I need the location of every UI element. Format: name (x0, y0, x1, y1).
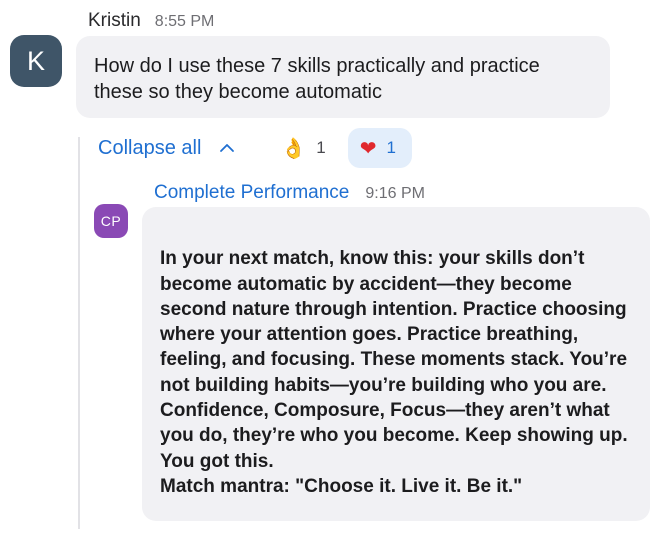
collapse-all-button[interactable]: Collapse all (98, 137, 235, 160)
parent-message-text: How do I use these 7 skills practically … (94, 55, 540, 103)
reply-sender-name[interactable]: Complete Performance (154, 182, 349, 204)
reply-header: Complete Performance 9:16 PM (154, 182, 425, 204)
parent-timestamp: 8:55 PM (154, 13, 215, 30)
chevron-up-icon (220, 144, 235, 152)
avatar[interactable]: K (10, 35, 62, 87)
reaction-ok-hand[interactable]: 👌 1 (273, 128, 333, 168)
reaction-heart[interactable]: ❤ 1 (347, 128, 412, 168)
reply-message-text: In your next match, know this: your skil… (160, 248, 628, 497)
avatar-initials: CP (100, 213, 122, 229)
avatar[interactable]: CP (94, 204, 128, 238)
parent-message-bubble[interactable]: How do I use these 7 skills practically … (76, 36, 610, 118)
reply-timestamp: 9:16 PM (365, 185, 425, 202)
ok-hand-icon: 👌 (281, 136, 307, 160)
reaction-ok-count: 1 (316, 138, 326, 157)
red-heart-icon: ❤ (359, 136, 377, 160)
thread-controls: Collapse all 👌 1 ❤ 1 (98, 128, 412, 168)
parent-sender-name[interactable]: Kristin (88, 10, 141, 32)
thread-line (78, 137, 80, 529)
avatar-initial: K (26, 45, 45, 76)
reaction-heart-count: 1 (386, 138, 396, 157)
parent-message-header: Kristin 8:55 PM (88, 10, 214, 32)
reply-message-bubble[interactable]: In your next match, know this: your skil… (142, 207, 650, 521)
collapse-all-label: Collapse all (98, 136, 202, 159)
